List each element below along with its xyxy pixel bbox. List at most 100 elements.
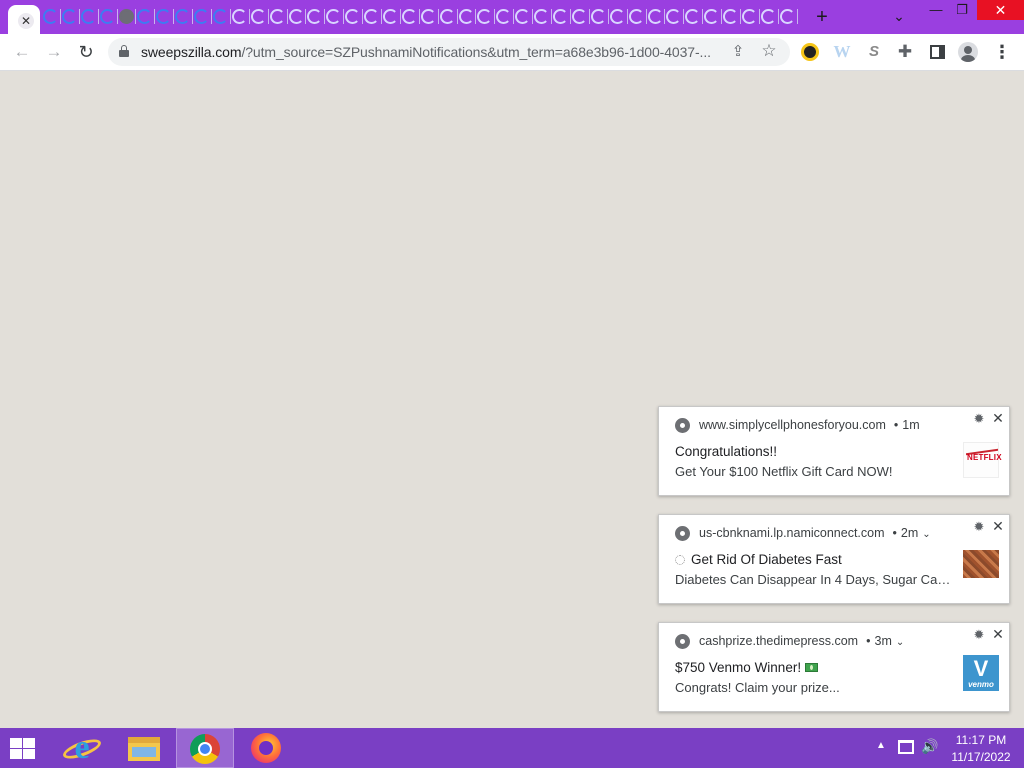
browser-tab[interactable] [136, 7, 156, 27]
browser-tab[interactable] [344, 7, 364, 27]
browser-tab[interactable] [99, 7, 118, 27]
share-icon[interactable]: ⇪ [729, 43, 747, 61]
puzzle-icon[interactable]: ✚ [895, 42, 915, 62]
extension-icon-2[interactable]: W [832, 42, 852, 62]
browser-tab[interactable] [741, 7, 760, 27]
tray-expand-icon[interactable]: ▲ [876, 740, 886, 751]
separator-dot: • [892, 526, 897, 540]
browser-tab[interactable] [382, 7, 401, 27]
browser-tab[interactable] [495, 7, 515, 27]
close-icon[interactable]: ✕ [991, 519, 1005, 533]
lock-icon[interactable] [119, 45, 129, 57]
browser-tab[interactable] [325, 7, 345, 27]
chevron-down-icon[interactable]: ⌄ [922, 529, 930, 540]
browser-tab[interactable] [231, 7, 250, 27]
tab-search-button[interactable]: ⌄ [889, 8, 909, 26]
url-host: sweepszilla.com [141, 44, 242, 60]
browser-tab[interactable] [647, 7, 666, 27]
tab-favicon-icon [61, 9, 77, 24]
clock[interactable]: 11:17 PM 11/17/2022 [946, 732, 1016, 766]
tab-favicon-icon [137, 9, 153, 24]
tab-favicon-icon [779, 9, 795, 24]
tab-favicon-icon [364, 9, 380, 24]
address-bar[interactable]: sweepszilla.com/?utm_source=SZPushnamiNo… [108, 38, 790, 66]
chevron-down-icon[interactable]: ⌄ [896, 637, 904, 648]
browser-tab[interactable] [514, 7, 534, 27]
notification-card[interactable]: www.simplycellphonesforyou.com • 1m ✹ ✕ Co… [658, 406, 1010, 496]
close-icon[interactable]: ✕ [991, 627, 1005, 641]
browser-tab[interactable] [760, 7, 779, 27]
tab-close-icon[interactable]: ✕ [18, 13, 34, 29]
browser-tab[interactable] [684, 7, 704, 27]
new-tab-button[interactable]: + [811, 6, 833, 28]
menu-icon[interactable]: ⋮ [992, 42, 1012, 62]
chrome-taskbar-icon[interactable] [176, 728, 234, 768]
restore-button[interactable]: ❐ [947, 0, 977, 20]
browser-tab[interactable] [552, 7, 571, 27]
volume-icon[interactable]: 🔊 [921, 738, 938, 755]
browser-tab[interactable] [250, 7, 269, 27]
tab-favicon-icon [609, 9, 625, 24]
chrome-icon [675, 526, 690, 541]
active-tab[interactable]: ✕ [8, 5, 40, 34]
browser-tab[interactable] [590, 7, 609, 27]
browser-tab[interactable] [118, 7, 137, 27]
browser-tab[interactable] [722, 7, 741, 27]
network-icon[interactable] [898, 740, 914, 754]
browser-tab[interactable] [61, 7, 80, 27]
browser-tab[interactable] [458, 7, 477, 27]
venmo-v-logo: V [973, 656, 989, 681]
money-icon [805, 663, 819, 672]
settings-gear-icon[interactable]: ✹ [972, 520, 986, 534]
browser-tab[interactable] [571, 7, 590, 27]
windows-start-icon[interactable] [8, 738, 38, 760]
browser-tab[interactable] [269, 7, 288, 27]
browser-tab[interactable] [665, 7, 685, 27]
url-text[interactable]: sweepszilla.com/?utm_source=SZPushnamiNo… [141, 44, 721, 60]
notification-body: Diabetes Can Disappear In 4 Days, Sugar … [675, 572, 953, 587]
notification-card[interactable]: us-cbnknami.lp.namiconnect.com • 2m ⌄ ✹ ✕ G… [658, 514, 1010, 604]
file-explorer-icon[interactable] [114, 728, 172, 768]
browser-tab[interactable] [155, 7, 175, 27]
browser-tab[interactable] [609, 7, 628, 27]
bookmark-star-icon[interactable]: ☆ [760, 42, 778, 60]
browser-tab[interactable] [212, 7, 231, 27]
browser-tab[interactable] [439, 7, 458, 27]
browser-tab[interactable] [306, 7, 326, 27]
forward-button[interactable]: → [42, 40, 66, 64]
reload-button[interactable]: ↻ [74, 40, 98, 64]
side-panel-icon[interactable] [927, 42, 947, 62]
browser-tab[interactable] [420, 7, 439, 27]
internet-explorer-icon[interactable]: e [52, 728, 110, 768]
browser-tab[interactable] [703, 7, 723, 27]
netflix-thumbnail: NETFLIX [963, 442, 1002, 478]
back-button[interactable]: ← [10, 40, 34, 64]
tab-favicon-icon [307, 9, 323, 24]
tab-favicon-icon [647, 9, 663, 24]
browser-tab[interactable] [628, 7, 647, 27]
notification-card[interactable]: cashprize.thedimepress.com • 3m ⌄ ✹ ✕ $750 … [658, 622, 1010, 712]
tab-favicon-icon [194, 9, 210, 24]
notification-title-row: Get Rid Of Diabetes Fast [675, 552, 955, 567]
settings-gear-icon[interactable]: ✹ [972, 628, 986, 642]
tab-favicon-icon [571, 9, 587, 24]
browser-toolbar: ← → ↻ sweepszilla.com/?utm_source=SZPush… [0, 34, 1024, 71]
firefox-icon[interactable] [238, 728, 296, 768]
browser-tab[interactable] [288, 7, 307, 27]
browser-tab[interactable] [476, 7, 496, 27]
close-window-button[interactable]: ✕ [977, 0, 1024, 20]
close-icon[interactable]: ✕ [991, 411, 1005, 425]
profile-icon[interactable] [958, 42, 978, 62]
settings-gear-icon[interactable]: ✹ [972, 412, 986, 426]
browser-tab[interactable] [174, 7, 194, 27]
netflix-logo-text: NETFLIX [967, 453, 1002, 462]
browser-tab[interactable] [533, 7, 553, 27]
browser-tab[interactable] [193, 7, 213, 27]
browser-tab[interactable] [42, 7, 61, 27]
browser-tab[interactable] [80, 7, 99, 27]
browser-tab[interactable] [779, 7, 798, 27]
browser-tab[interactable] [363, 7, 383, 27]
extension-icon-3[interactable]: S [864, 42, 884, 62]
extension-icon-1[interactable] [800, 42, 820, 62]
browser-tab[interactable] [401, 7, 420, 27]
